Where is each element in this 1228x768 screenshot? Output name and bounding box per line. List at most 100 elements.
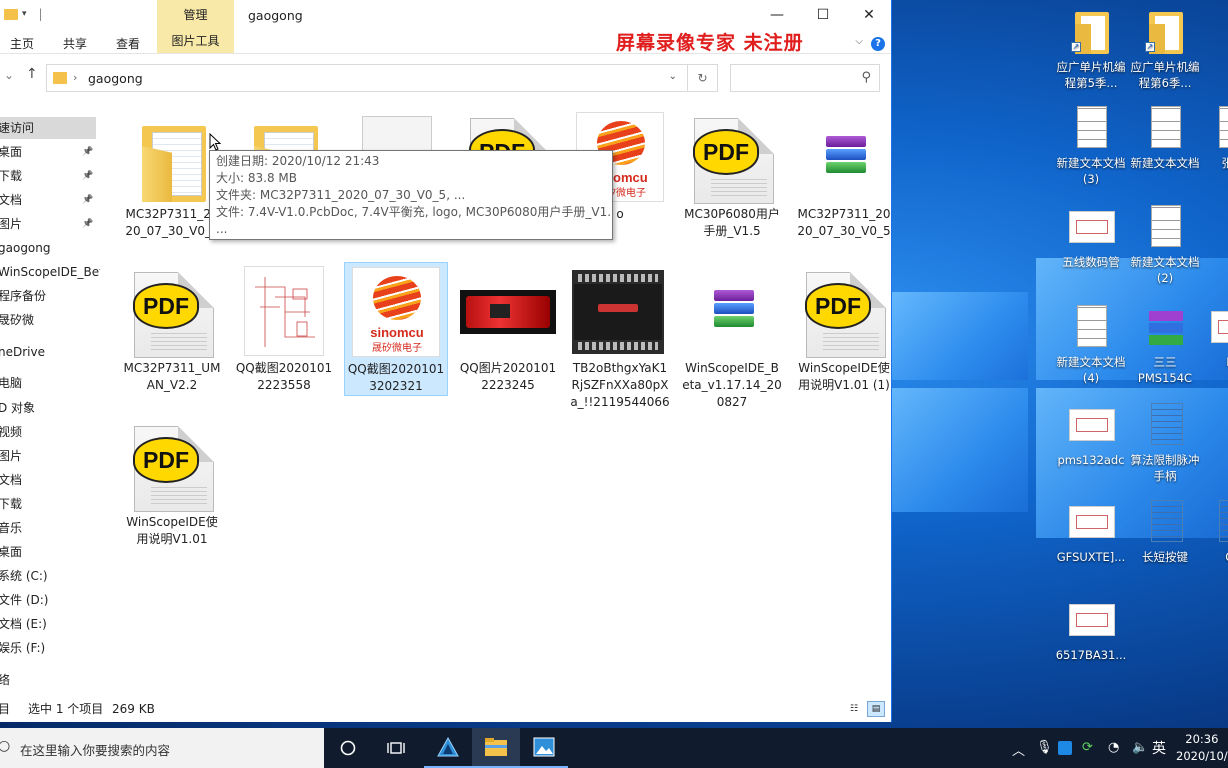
desktop-icon[interactable]: 新建文本文档 (3) (1054, 106, 1128, 187)
chevron-down-icon[interactable]: ▾ (22, 9, 27, 19)
nav-item[interactable]: 文档 📌 (0, 189, 100, 211)
cortana-button[interactable] (324, 728, 372, 768)
nav-item[interactable]: 下载 📌 (0, 165, 100, 187)
nav-item-label: 系统 (C:) (0, 569, 48, 583)
tab-picture-tools[interactable]: 图片工具 (157, 30, 234, 53)
altium-icon (437, 736, 459, 757)
desktop-icon[interactable]: 算法限制脉冲手柄 (1128, 403, 1202, 484)
desktop-icon[interactable]: OL (1196, 500, 1228, 565)
close-button[interactable]: ✕ (846, 0, 892, 30)
file-name: WinScopeIDE使用说明V1.01 (126, 515, 218, 546)
file-item[interactable]: sinomcu 晟矽微电子 QQ截图20201013202321 (344, 262, 448, 396)
refresh-button[interactable]: ↻ (688, 64, 718, 92)
nav-item-label: 速访问 (0, 121, 35, 135)
sync-icon[interactable]: ⟳ (1082, 740, 1093, 755)
nav-item[interactable]: 文档 (E:) (0, 613, 100, 635)
nav-item[interactable]: 电脑 (0, 372, 100, 394)
desktop-icon[interactable]: 张工 (1196, 106, 1228, 171)
nav-item-label: 文件 (D:) (0, 593, 49, 607)
nav-item[interactable]: 图片 (0, 445, 100, 467)
nav-item[interactable]: 速访问 (0, 117, 96, 139)
app-tray-icon[interactable] (1058, 741, 1072, 755)
desktop-icon[interactable]: FP (1196, 305, 1228, 370)
nav-item[interactable]: 视频 (0, 421, 100, 443)
nav-item[interactable]: 下载 (0, 493, 100, 515)
taskbar-search[interactable]: ○ 在这里输入你要搜索的内容 (0, 728, 324, 768)
nav-item[interactable]: D 对象 (0, 397, 100, 419)
task-view-button[interactable] (372, 728, 420, 768)
file-item[interactable]: TB2oBthgxYaK1RjSZFnXXa80pXa_!!2119544066 (568, 262, 672, 411)
nav-item[interactable]: 文件 (D:) (0, 589, 100, 611)
pdf-icon: PDF (805, 272, 886, 358)
text-file-icon (1151, 205, 1181, 247)
help-icon[interactable]: ? (871, 37, 885, 51)
nav-item-label: neDrive (0, 345, 45, 359)
file-item[interactable]: PDF WinScopeIDE使用说明V1.01 (1) (792, 262, 896, 394)
file-item[interactable]: QQ截图20201012223558 (232, 262, 336, 394)
nav-item[interactable]: 娱乐 (F:) (0, 637, 100, 659)
nav-item[interactable]: 桌面 📌 (0, 141, 100, 163)
desktop-icon[interactable]: 长短按键 (1128, 500, 1202, 565)
windows-logo-pane (892, 292, 1028, 380)
maximize-button[interactable]: ☐ (800, 0, 846, 30)
microphone-icon[interactable]: 🎙 (1036, 740, 1053, 755)
quick-access-toolbar[interactable]: ▾ | (4, 7, 43, 21)
desktop-icon[interactable]: 三三PMS154C (1128, 305, 1202, 386)
taskbar-app-altium[interactable] (424, 728, 472, 768)
file-item[interactable]: WinScopeIDE_Beta_v1.17.14_200827 (680, 262, 784, 411)
nav-item[interactable]: 程序备份 (0, 285, 100, 307)
tab-home[interactable]: 主页 (10, 35, 34, 52)
desktop-icon[interactable]: 新建文本文档 (1128, 106, 1202, 171)
pin-icon: 📌 (82, 147, 94, 157)
nav-item-label: 络 (0, 673, 11, 687)
nav-item-label: 音乐 (0, 521, 23, 535)
desktop-icon[interactable]: pms132adc (1054, 403, 1128, 468)
nav-item[interactable]: 晟矽微 (0, 309, 100, 331)
tab-share[interactable]: 共享 (63, 35, 87, 52)
file-item[interactable]: PDF WinScopeIDE使用说明V1.01 (120, 416, 224, 548)
desktop-icon[interactable]: 五线数码管 (1054, 205, 1128, 270)
search-input[interactable]: ⚲ (730, 64, 880, 92)
file-name: QQ截图20201012223558 (235, 361, 333, 392)
network-icon[interactable]: ◔ (1108, 740, 1119, 755)
details-view-icon[interactable]: ☷ (845, 701, 863, 717)
desktop-icon[interactable]: 新建文本文档 (4) (1054, 305, 1128, 386)
chevron-down-icon[interactable]: ⌄ (669, 71, 677, 82)
nav-item[interactable]: 图片 📌 (0, 213, 100, 235)
nav-item[interactable]: neDrive (0, 341, 100, 363)
file-item[interactable]: PDF MC30P6080用户手册_V1.5 (680, 108, 784, 240)
taskbar-app-photos[interactable] (520, 728, 568, 768)
address-bar[interactable]: › gaogong ⌄ (46, 64, 688, 92)
desktop-icon[interactable]: ↗ 应广单片机编程第5季... (1054, 10, 1128, 91)
breadcrumb-gaogong[interactable]: gaogong (88, 71, 143, 86)
file-item[interactable]: MC32P7311_2020_07_30_V0_5 (792, 108, 896, 240)
clock[interactable]: 20:36 2020/10/ (1176, 731, 1228, 765)
desktop-icon[interactable]: ↗ 应广单片机编程第6季... (1128, 10, 1202, 91)
nav-item[interactable]: gaogong (0, 237, 100, 259)
file-item[interactable]: QQ图片20201012223245 (456, 262, 560, 394)
image-file-icon (1069, 604, 1115, 636)
ribbon-expand-icon[interactable]: ⌵ (855, 36, 863, 47)
nav-item[interactable]: 文档 (0, 469, 100, 491)
pdf-badge: PDF (133, 437, 199, 483)
taskbar-app-file-explorer[interactable] (472, 728, 520, 768)
minimize-button[interactable]: — (754, 0, 800, 30)
nav-item[interactable]: WinScopeIDE_Bet (0, 261, 100, 283)
nav-item[interactable]: 系统 (C:) (0, 565, 100, 587)
nav-item[interactable]: 音乐 (0, 517, 100, 539)
ime-indicator[interactable]: 英 (1152, 738, 1166, 758)
up-arrow-icon[interactable]: ↑ (26, 66, 38, 82)
nav-item[interactable]: 桌面 (0, 541, 100, 563)
desktop-icon[interactable]: GFSUXTE]... (1054, 500, 1128, 565)
show-hidden-icons-icon[interactable]: ︿ (1012, 740, 1025, 759)
desktop-icon[interactable]: 6517BA31... (1054, 598, 1128, 663)
file-name: TB2oBthgxYaK1RjSZFnXXa80pXa_!!2119544066 (570, 361, 670, 409)
file-item[interactable]: PDF MC32P7311_UMAN_V2.2 (120, 262, 224, 394)
volume-icon[interactable]: 🔈 (1132, 740, 1148, 755)
desktop-icon[interactable]: 新建文本文档 (2) (1128, 205, 1202, 286)
recent-locations-icon[interactable]: ⌄ (4, 68, 14, 82)
large-icons-view-icon[interactable]: ▤ (867, 701, 885, 717)
nav-item[interactable]: 络 (0, 669, 100, 691)
tab-view[interactable]: 查看 (116, 35, 140, 52)
manage-context-tab[interactable]: 管理 (157, 0, 234, 30)
